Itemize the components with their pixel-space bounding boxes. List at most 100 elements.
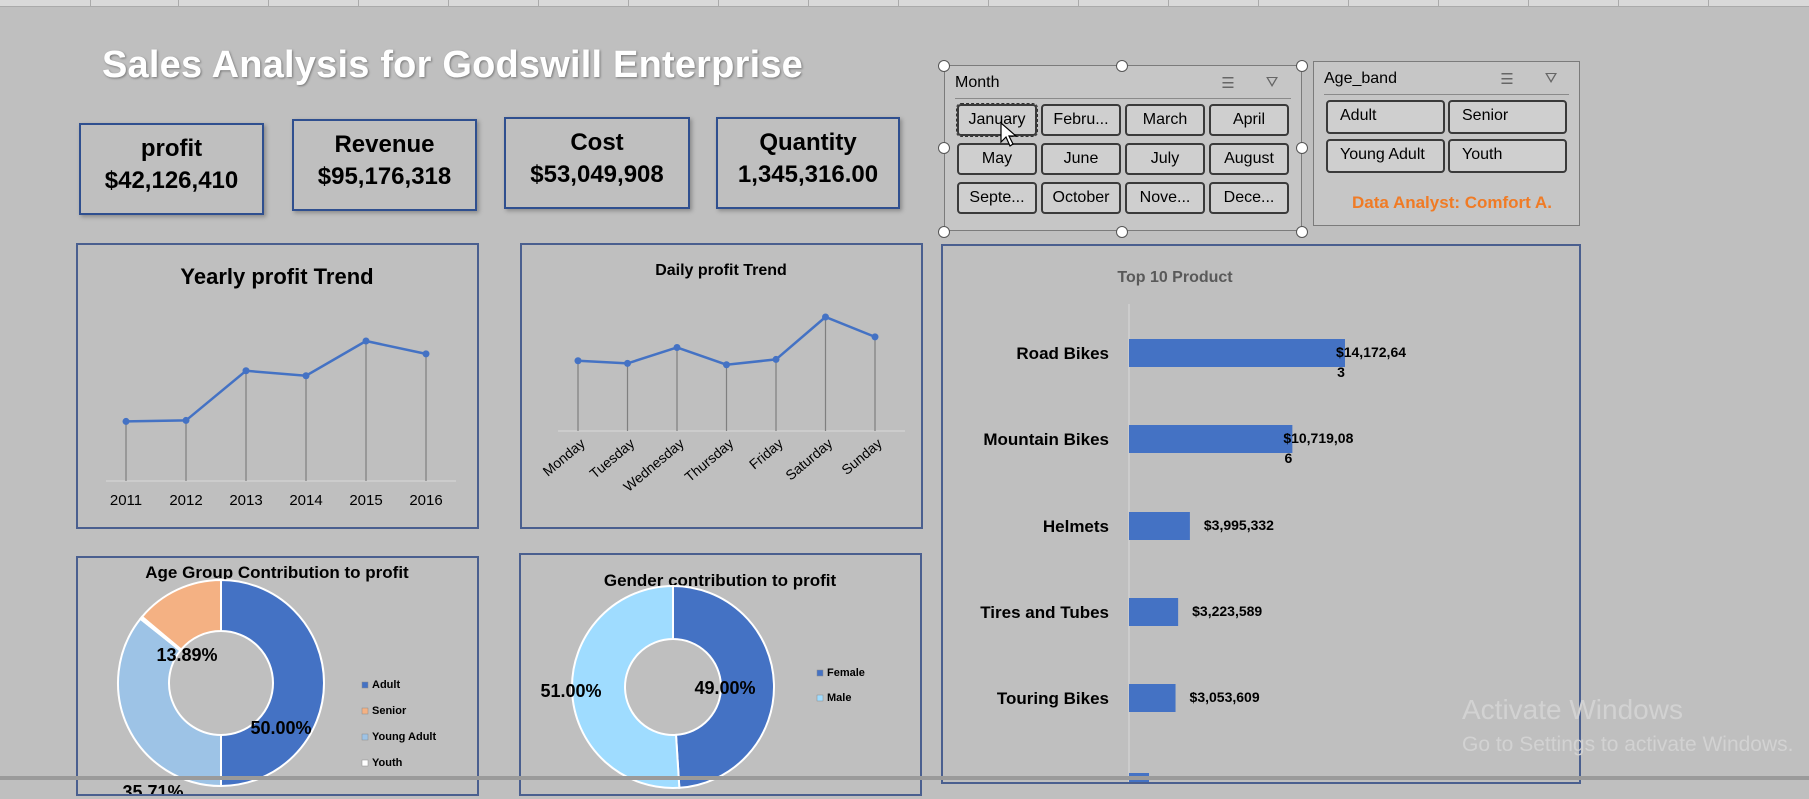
grid-column-divider (1438, 0, 1439, 6)
category-label: Helmets (1043, 517, 1109, 536)
age-group-donut-chart: Age Group Contribution to profit 50.00% 3… (117, 563, 436, 799)
kpi-card-revenue[interactable]: Revenue $95,176,318 (292, 119, 477, 211)
kpi-card-quantity[interactable]: Quantity 1,345,316.00 (716, 117, 900, 209)
data-label: $3,995,332 (1204, 517, 1274, 533)
resize-handle[interactable] (938, 60, 950, 72)
bar (1129, 684, 1176, 712)
resize-handle[interactable] (1296, 226, 1308, 238)
month-slicer-item[interactable]: March (1125, 104, 1205, 136)
month-slicer-item[interactable]: January (956, 103, 1038, 137)
age-slicer-item[interactable]: Young Adult (1326, 139, 1445, 173)
gender-chart-panel[interactable]: Gender contribution to profit 49.00% 51.0… (519, 553, 922, 796)
bar (1129, 339, 1345, 367)
kpi-label: Quantity (759, 129, 857, 156)
age-group-chart-panel[interactable]: Age Group Contribution to profit 50.00% 3… (76, 556, 479, 799)
x-tick-label: Friday (746, 435, 786, 472)
data-label: $3,223,589 (1192, 603, 1262, 619)
slicer-divider (1324, 94, 1569, 95)
kpi-value: $42,126,410 (104, 167, 239, 194)
month-slicer-item[interactable]: April (1209, 104, 1289, 136)
yearly-profit-chart: Yearly profit Trend 2011 2012 2013 2014 2015… (106, 264, 456, 509)
grid-column-divider (1618, 0, 1619, 6)
month-slicer-item[interactable]: June (1041, 143, 1121, 175)
x-tick-label: 2016 (409, 492, 442, 509)
month-slicer-item[interactable]: Septe... (957, 182, 1037, 214)
data-label: $14,172,64 (1336, 344, 1406, 360)
age-slicer-item[interactable]: Adult (1326, 100, 1445, 134)
activation-watermark-subtitle: Go to Settings to activate Windows. (1462, 733, 1794, 756)
x-tick-label: Sunday (838, 435, 885, 478)
data-point (122, 417, 130, 425)
data-label: 3 (1337, 364, 1345, 380)
resize-handle[interactable] (1116, 60, 1128, 72)
multi-select-icon[interactable]: ☰ (1496, 70, 1518, 88)
resize-handle[interactable] (1116, 226, 1128, 238)
multi-select-icon[interactable]: ☰ (1217, 74, 1239, 92)
data-point (624, 359, 631, 367)
resize-handle[interactable] (1296, 60, 1308, 72)
legend-swatch (816, 669, 824, 677)
slice-label: 13.89% (156, 645, 217, 665)
data-point (871, 333, 879, 341)
legend-label: Youth (372, 757, 403, 769)
data-point (422, 350, 430, 358)
resize-handle[interactable] (1296, 142, 1308, 154)
clear-filter-icon[interactable]: ⛛ (1261, 74, 1283, 92)
legend-swatch (361, 707, 369, 715)
daily-profit-chart-panel[interactable]: Daily profit Trend Monday Tuesday Wednesda… (520, 243, 923, 529)
spreadsheet-gridline-strip (0, 0, 1809, 7)
category-label: Road Bikes (1016, 344, 1109, 363)
age-slicer-item[interactable]: Youth (1448, 139, 1567, 173)
kpi-card-cost[interactable]: Cost $53,049,908 (504, 117, 690, 209)
daily-profit-chart: Daily profit Trend MondayTuesdayWednesda… (539, 262, 905, 495)
kpi-label: Cost (570, 129, 624, 156)
x-tick-label: Thursday (681, 435, 736, 485)
month-slicer-item[interactable]: October (1041, 182, 1121, 214)
data-point (574, 357, 582, 365)
month-slicer-item[interactable]: July (1125, 143, 1205, 175)
data-label: $3,053,609 (1190, 689, 1260, 705)
dashboard-title: Sales Analysis for Godswill Enterprise (102, 44, 803, 86)
gender-donut-chart: Gender contribution to profit 49.00% 51.0… (540, 571, 865, 789)
analyst-credit: Data Analyst: Comfort A. (1352, 193, 1552, 212)
kpi-label: Revenue (334, 131, 435, 158)
data-point (362, 337, 370, 345)
age-slicer-item[interactable]: Senior (1448, 100, 1567, 134)
kpi-value: $53,049,908 (530, 161, 664, 188)
age-band-slicer[interactable]: Age_band ☰ ⛛ Data Analyst: Comfort A. Ad… (1313, 61, 1580, 226)
chart-title: Yearly profit Trend (180, 264, 373, 289)
grid-column-divider (1708, 0, 1709, 6)
x-tick-label: 2015 (349, 492, 382, 509)
month-slicer-item[interactable]: Dece... (1209, 182, 1289, 214)
grid-column-divider (358, 0, 359, 6)
x-tick-label: 2013 (229, 492, 262, 509)
bar (1129, 425, 1293, 453)
window-bottom-edge (0, 776, 1809, 780)
slicer-divider (955, 98, 1291, 99)
chart-title: Age Group Contribution to profit (145, 563, 409, 582)
category-label: Mountain Bikes (983, 430, 1109, 449)
month-slicer[interactable]: Month ☰ ⛛ January Febru... March April May Ju… (944, 65, 1302, 231)
clear-filter-icon[interactable]: ⛛ (1540, 70, 1562, 88)
month-slicer-item[interactable]: May (957, 143, 1037, 175)
grid-column-divider (1258, 0, 1259, 6)
slicer-header: Month (955, 74, 1000, 91)
series-line (577, 315, 876, 366)
grid-column-divider (448, 0, 449, 6)
bar (1129, 512, 1190, 540)
month-slicer-item[interactable]: Febru... (1041, 104, 1121, 136)
resize-handle[interactable] (938, 142, 950, 154)
grid-column-divider (898, 0, 899, 6)
x-tick-label: 2014 (289, 492, 322, 509)
grid-column-divider (1078, 0, 1079, 6)
month-slicer-item[interactable]: August (1209, 143, 1289, 175)
yearly-profit-chart-panel[interactable]: Yearly profit Trend 2011 2012 2013 2014 2015… (76, 243, 479, 529)
x-tick-label: 2012 (169, 492, 202, 509)
grid-column-divider (1168, 0, 1169, 6)
kpi-card-profit[interactable]: profit $42,126,410 (79, 123, 264, 215)
chart-title: Daily profit Trend (655, 262, 787, 279)
grid-column-divider (718, 0, 719, 6)
resize-handle[interactable] (938, 226, 950, 238)
grid-column-divider (178, 0, 179, 6)
month-slicer-item[interactable]: Nove... (1125, 182, 1205, 214)
